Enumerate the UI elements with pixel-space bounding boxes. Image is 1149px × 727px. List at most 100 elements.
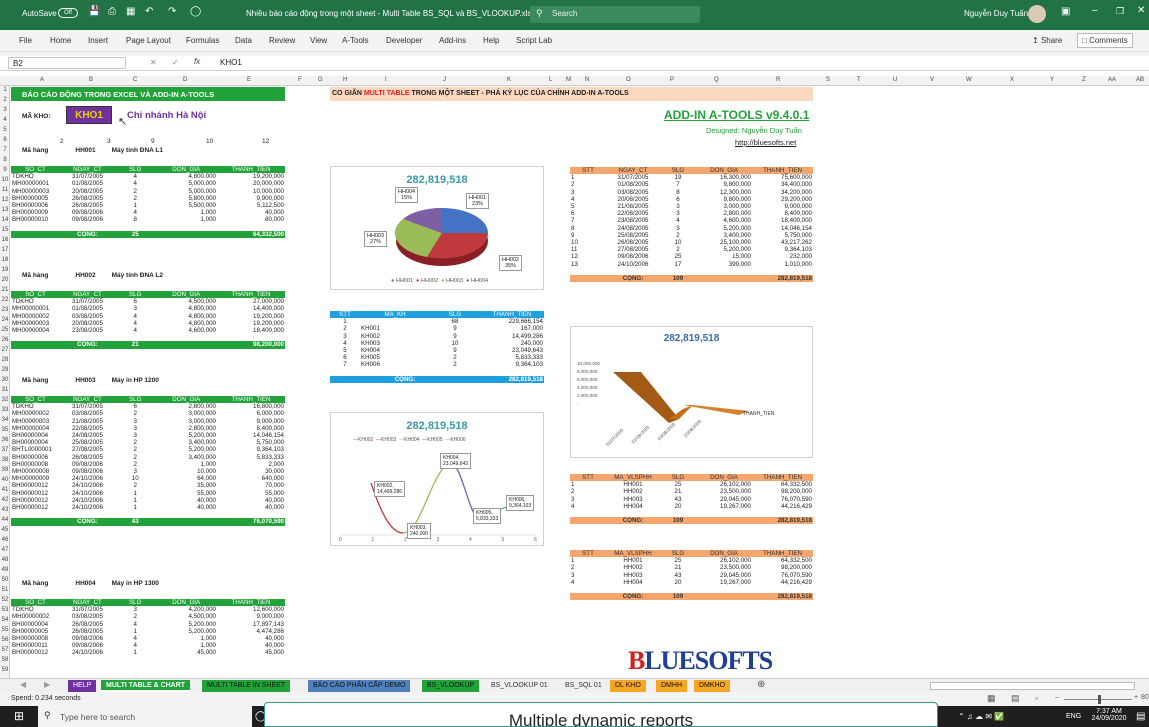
table-cell[interactable]: 23/08/2005	[606, 217, 660, 224]
table-cell[interactable]: 98,200,000	[752, 488, 813, 495]
table-cell[interactable]: BH00000004	[11, 439, 60, 446]
row-header[interactable]: 52	[0, 597, 10, 603]
row-header[interactable]: 26	[0, 337, 10, 343]
table-cell[interactable]: BHTL0000001	[11, 446, 60, 453]
column-header[interactable]: THANH_TIEN	[217, 396, 285, 404]
sheet-tab[interactable]: DMHH	[656, 680, 687, 692]
table-cell[interactable]: 26/08/2005	[60, 621, 115, 628]
table-cell[interactable]: 4	[330, 340, 360, 347]
row-header[interactable]: 36	[0, 437, 10, 443]
avatar[interactable]	[1028, 5, 1046, 23]
formula-input[interactable]: KHO1	[220, 58, 242, 67]
col-header[interactable]: AA	[1108, 77, 1116, 83]
table-cell[interactable]: 21/08/2005	[60, 418, 115, 425]
table-cell[interactable]: KH005	[360, 354, 430, 361]
table-cell[interactable]: 2	[115, 461, 155, 468]
table-cell[interactable]: 640,000	[217, 475, 285, 482]
column-header[interactable]: SLG	[115, 599, 156, 607]
table-cell[interactable]: 25	[660, 253, 696, 260]
table-cell[interactable]: BH00000004	[11, 432, 60, 439]
table-cell[interactable]: 5,750,000	[752, 232, 813, 239]
row-header[interactable]: 33	[0, 407, 10, 413]
table-cell[interactable]: 10,000	[155, 468, 217, 475]
table-cell[interactable]: 1,000	[155, 635, 217, 642]
function-icon[interactable]: fx	[194, 57, 200, 66]
col-header[interactable]: M	[566, 77, 571, 83]
menu-file[interactable]: File	[19, 36, 32, 45]
table-cell[interactable]: 34,200,000	[752, 189, 813, 196]
table-cell[interactable]: 09/08/2006	[60, 209, 115, 216]
menu-page-layout[interactable]: Page Layout	[126, 36, 171, 45]
table-cell[interactable]: 5,200,000	[155, 621, 217, 628]
table-cell[interactable]: 1	[115, 649, 155, 656]
table-cell[interactable]: 55,000	[217, 490, 285, 497]
table-cell[interactable]: 4	[115, 173, 155, 180]
table-cell[interactable]: 17,897,143	[217, 621, 285, 628]
table-cell[interactable]: 22/08/2005	[60, 425, 115, 432]
sheet-tab[interactable]: BS_VLOOKUP 01	[486, 680, 553, 692]
table-cell[interactable]: 35,000	[155, 482, 217, 489]
column-header[interactable]: SO_CT	[11, 396, 60, 404]
col-header[interactable]: Q	[714, 77, 719, 83]
table-cell[interactable]: 3	[660, 203, 696, 210]
search-input[interactable]: ⚲ Search	[530, 6, 700, 23]
table-cell[interactable]: 4	[115, 313, 155, 320]
table-cell[interactable]: 2	[570, 488, 606, 495]
table-cell[interactable]: 2	[115, 482, 155, 489]
column-header[interactable]: NGAY_CT	[606, 167, 660, 175]
col-header[interactable]: Z	[1082, 77, 1086, 83]
sheet-tab[interactable]: DL KHO	[610, 680, 646, 692]
row-header[interactable]: 28	[0, 357, 10, 363]
table-cell[interactable]: 1	[115, 202, 155, 209]
table-cell[interactable]: 26/08/2005	[60, 628, 115, 635]
table-cell[interactable]: 4,800,000	[155, 173, 217, 180]
table-cell[interactable]: 70,000	[217, 482, 285, 489]
table-cell[interactable]: 2,800,000	[155, 403, 217, 410]
zoom-thumb[interactable]	[1098, 695, 1101, 704]
table-cell[interactable]: 12,300,000	[696, 189, 752, 196]
table-cell[interactable]: 20	[660, 579, 696, 586]
table-cell[interactable]: 3	[115, 418, 155, 425]
print-icon[interactable]: ⎙	[108, 6, 116, 17]
column-header[interactable]: DON_GIA	[696, 474, 752, 482]
row-header[interactable]: 20	[0, 277, 10, 283]
row-header[interactable]: 15	[0, 227, 10, 233]
table-cell[interactable]: 1	[330, 318, 360, 325]
table-cell[interactable]: 29,045,000	[696, 496, 752, 503]
row-header[interactable]: 6	[0, 137, 10, 143]
tab-prev-icon[interactable]: ◀	[20, 680, 26, 689]
table-cell[interactable]: 40,000	[155, 504, 217, 511]
table-cell[interactable]: 31/07/2005	[60, 606, 115, 613]
table-cell[interactable]: 4,500,000	[155, 298, 217, 305]
table-cell[interactable]: 8,400,000	[217, 425, 285, 432]
table-cell[interactable]: 1	[115, 628, 155, 635]
sum-total[interactable]: 98,200,000	[217, 341, 285, 349]
col-header[interactable]: I	[385, 77, 387, 83]
row-header[interactable]: 50	[0, 577, 10, 583]
column-header[interactable]: THANH_TIEN	[217, 166, 285, 174]
table-cell[interactable]: 5,500,000	[155, 202, 217, 209]
table-cell[interactable]: 10	[115, 475, 155, 482]
table-cell[interactable]: HH001	[606, 481, 660, 488]
table-cell[interactable]: MH00000004	[11, 327, 60, 334]
column-header[interactable]: DON_GIA	[155, 291, 217, 299]
normal-view-icon[interactable]: ▦	[987, 693, 996, 704]
table-cell[interactable]: BH00000005	[11, 195, 60, 202]
column-header[interactable]: DON_GIA	[155, 599, 217, 607]
table-cell[interactable]: 3	[115, 432, 155, 439]
row-header[interactable]: 27	[0, 347, 10, 353]
table-cell[interactable]: 26/08/2005	[60, 202, 115, 209]
table-cell[interactable]: 21	[660, 488, 696, 495]
table-cell[interactable]: 2	[430, 354, 480, 361]
table-cell[interactable]: 2,800,000	[155, 425, 217, 432]
col-header[interactable]: Y	[1050, 77, 1054, 83]
col-header[interactable]: B	[89, 77, 93, 83]
circle-icon[interactable]: ◯	[190, 6, 201, 17]
table-cell[interactable]: 2	[430, 361, 480, 368]
table-cell[interactable]: 9	[430, 333, 480, 340]
menu-review[interactable]: Review	[269, 36, 295, 45]
menu-developer[interactable]: Developer	[386, 36, 422, 45]
table-cell[interactable]: 3,400,000	[696, 232, 752, 239]
table-cell[interactable]: 2	[570, 181, 606, 188]
table-cell[interactable]: 9,000,000	[752, 203, 813, 210]
